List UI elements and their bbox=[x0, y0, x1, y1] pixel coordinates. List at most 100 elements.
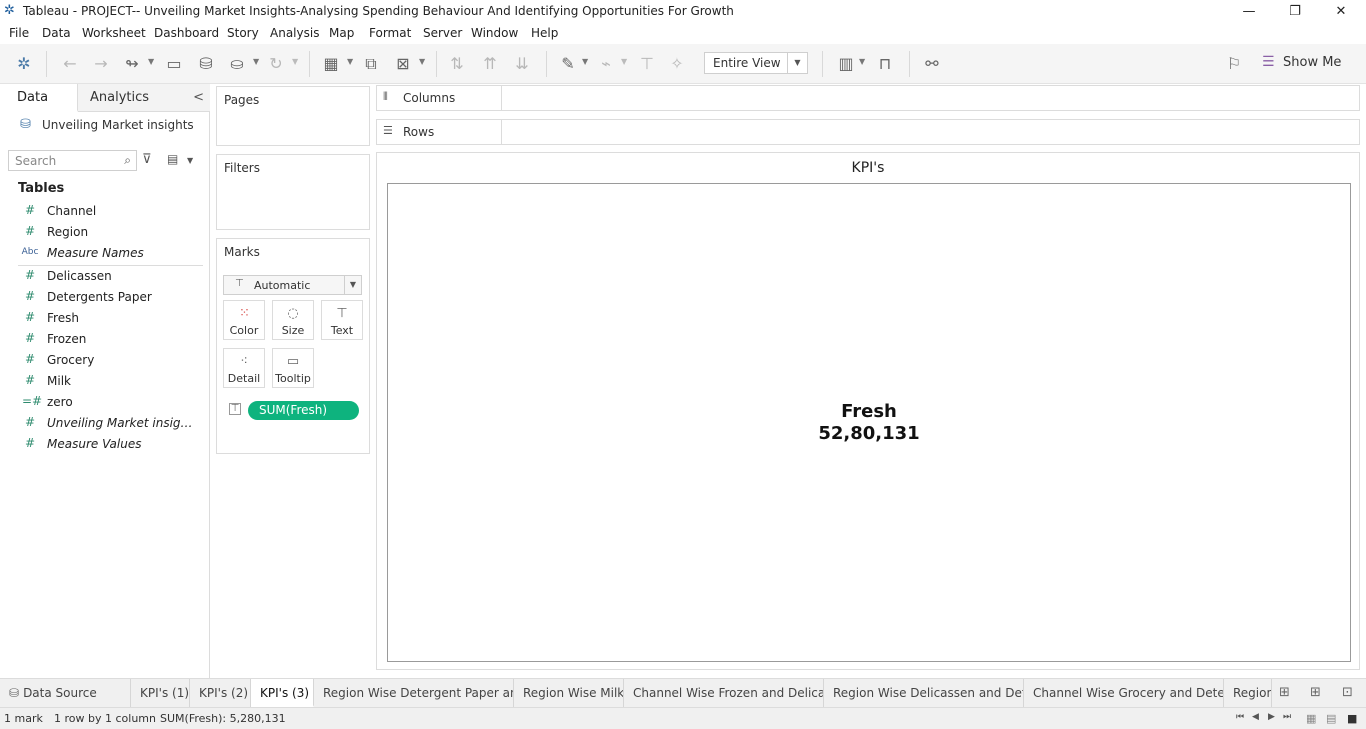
clear-caret-icon[interactable]: ▼ bbox=[419, 57, 425, 66]
columns-shelf[interactable]: ⦀ Columns bbox=[376, 85, 1360, 111]
new-story-tab-icon[interactable]: ⊡ bbox=[1342, 685, 1353, 700]
show-me-button[interactable]: ☰ Show Me bbox=[1262, 53, 1362, 75]
menu-data[interactable]: Data bbox=[42, 26, 71, 40]
filters-card[interactable]: Filters bbox=[216, 154, 370, 230]
close-icon[interactable]: ✕ bbox=[1318, 0, 1364, 23]
text-button[interactable]: ⊤ Text bbox=[321, 300, 363, 340]
previous-sheet-icon[interactable]: ◀ bbox=[1252, 712, 1259, 722]
highlight-icon[interactable]: ✎ bbox=[558, 54, 578, 74]
clear-sheet-icon[interactable]: ⊠ bbox=[392, 54, 414, 74]
show-sheet-sorter-icon[interactable]: ▦ bbox=[1306, 712, 1316, 725]
field-measure-names[interactable]: Abc Measure Names bbox=[0, 243, 204, 264]
field-zero[interactable]: =# zero bbox=[0, 392, 204, 413]
refresh-icon[interactable]: ↻ bbox=[266, 54, 286, 74]
show-filmstrip-icon[interactable]: ▤ bbox=[1326, 712, 1336, 725]
detail-button[interactable]: ⁖ Detail bbox=[223, 348, 265, 388]
new-worksheet-tab-icon[interactable]: ⊞ bbox=[1279, 685, 1290, 700]
new-worksheet-icon[interactable]: ▦ bbox=[320, 54, 342, 74]
menu-window[interactable]: Window bbox=[471, 26, 518, 40]
field-milk[interactable]: # Milk bbox=[0, 371, 204, 392]
presentation-mode-icon[interactable]: ⊓ bbox=[875, 54, 895, 74]
field-channel[interactable]: # Channel bbox=[0, 201, 204, 222]
view-options-caret-icon[interactable]: ▼ bbox=[187, 156, 193, 165]
tab-kpis-3[interactable]: KPI's (3) bbox=[251, 679, 314, 707]
collapse-pane-icon[interactable]: < bbox=[193, 84, 204, 112]
view-options-icon[interactable]: ▤ bbox=[167, 152, 178, 166]
tab-data-source[interactable]: ⛁ Data Source bbox=[0, 679, 131, 707]
tab-kpis-2[interactable]: KPI's (2) bbox=[190, 679, 251, 707]
sort-descending-icon[interactable]: ⇊ bbox=[512, 54, 532, 74]
group-caret-icon[interactable]: ▼ bbox=[621, 57, 627, 66]
menu-file[interactable]: File bbox=[9, 26, 29, 40]
share-icon[interactable]: ⚯ bbox=[922, 54, 942, 74]
tab-analytics[interactable]: Analytics < bbox=[78, 84, 210, 112]
show-cards-caret-icon[interactable]: ▼ bbox=[859, 57, 865, 66]
chevron-down-icon[interactable]: ▼ bbox=[787, 53, 807, 73]
tab-channel-wise-frozen[interactable]: Channel Wise Frozen and Delica... bbox=[624, 679, 824, 707]
save-icon[interactable]: ▭ bbox=[164, 54, 184, 74]
tab-region-wise-delicassen[interactable]: Region Wise Delicassen and Det... bbox=[824, 679, 1024, 707]
datasource-item[interactable]: ⛁ Unveiling Market insights bbox=[0, 113, 209, 137]
menu-help[interactable]: Help bbox=[531, 26, 558, 40]
size-button[interactable]: ◌ Size bbox=[272, 300, 314, 340]
group-members-icon[interactable]: ⌁ bbox=[596, 54, 616, 74]
restore-icon[interactable]: ❐ bbox=[1272, 0, 1318, 23]
sum-fresh-pill[interactable]: SUM(Fresh) bbox=[248, 401, 359, 420]
new-worksheet-caret-icon[interactable]: ▼ bbox=[347, 57, 353, 66]
tab-channel-wise-grocery[interactable]: Channel Wise Grocery and Deter... bbox=[1024, 679, 1224, 707]
field-fresh[interactable]: # Fresh bbox=[0, 308, 204, 329]
duplicate-sheet-icon[interactable]: ⧉ bbox=[361, 54, 381, 74]
first-sheet-icon[interactable]: ⏮ bbox=[1236, 712, 1244, 722]
tab-kpis-1[interactable]: KPI's (1) bbox=[131, 679, 190, 707]
tableau-home-icon[interactable]: ✲ bbox=[14, 54, 34, 74]
menu-server[interactable]: Server bbox=[423, 26, 462, 40]
menu-format[interactable]: Format bbox=[369, 26, 411, 40]
menu-map[interactable]: Map bbox=[329, 26, 354, 40]
show-tabs-icon[interactable]: ■ bbox=[1347, 712, 1357, 725]
search-input[interactable]: Search ⌕ bbox=[8, 150, 137, 171]
sort-ascending-icon[interactable]: ⇈ bbox=[480, 54, 500, 74]
tab-region[interactable]: Region bbox=[1224, 679, 1272, 707]
field-delicassen[interactable]: # Delicassen bbox=[0, 266, 204, 287]
new-dashboard-tab-icon[interactable]: ⊞ bbox=[1310, 685, 1321, 700]
tab-region-wise-milk[interactable]: Region Wise Milk bbox=[514, 679, 624, 707]
field-region[interactable]: # Region bbox=[0, 222, 204, 243]
field-measure-values[interactable]: # Measure Values bbox=[0, 434, 204, 455]
filter-icon[interactable]: ⊽ bbox=[142, 152, 152, 167]
field-record-count[interactable]: # Unveiling Market insights.... bbox=[0, 413, 204, 434]
pause-caret-icon[interactable]: ▼ bbox=[253, 57, 259, 66]
tab-data[interactable]: Data bbox=[0, 84, 78, 112]
next-sheet-icon[interactable]: ▶ bbox=[1268, 712, 1275, 722]
menu-dashboard[interactable]: Dashboard bbox=[154, 26, 219, 40]
highlight-caret-icon[interactable]: ▼ bbox=[582, 57, 588, 66]
minimize-icon[interactable]: — bbox=[1226, 0, 1272, 23]
show-cards-icon[interactable]: ▥ bbox=[835, 54, 857, 74]
pause-updates-icon[interactable]: ⛀ bbox=[227, 54, 247, 74]
menu-worksheet[interactable]: Worksheet bbox=[82, 26, 146, 40]
refresh-caret-icon[interactable]: ▼ bbox=[292, 57, 298, 66]
rows-shelf[interactable]: ☰ Rows bbox=[376, 119, 1360, 145]
menu-story[interactable]: Story bbox=[227, 26, 259, 40]
redo-icon[interactable]: → bbox=[91, 54, 111, 74]
field-detergents-paper[interactable]: # Detergents Paper bbox=[0, 287, 204, 308]
tooltip-button[interactable]: ▭ Tooltip bbox=[272, 348, 314, 388]
new-datasource-icon[interactable]: ⛁ bbox=[196, 54, 216, 74]
view-canvas[interactable]: Fresh 52,80,131 bbox=[387, 183, 1351, 662]
replay-icon[interactable]: ↬ bbox=[121, 54, 143, 74]
format-painter-icon[interactable]: ⚐ bbox=[1224, 54, 1244, 74]
replay-caret-icon[interactable]: ▼ bbox=[148, 57, 154, 66]
field-frozen[interactable]: # Frozen bbox=[0, 329, 204, 350]
chevron-down-icon[interactable]: ▼ bbox=[344, 276, 361, 294]
tab-region-wise-detergent-paper[interactable]: Region Wise Detergent Paper an... bbox=[314, 679, 514, 707]
pages-card[interactable]: Pages bbox=[216, 86, 370, 146]
menu-analysis[interactable]: Analysis bbox=[270, 26, 319, 40]
last-sheet-icon[interactable]: ⏭ bbox=[1283, 712, 1291, 722]
marks-type-select[interactable]: ⊤ Automatic ▼ bbox=[223, 275, 362, 295]
undo-icon[interactable]: ← bbox=[60, 54, 80, 74]
fit-select[interactable]: Entire View ▼ bbox=[704, 52, 808, 74]
fix-axes-icon[interactable]: ✧ bbox=[667, 54, 687, 74]
show-mark-labels-icon[interactable]: ⊤ bbox=[637, 54, 657, 74]
swap-rows-columns-icon[interactable]: ⇅ bbox=[447, 54, 467, 74]
color-button[interactable]: ⁙ Color bbox=[223, 300, 265, 340]
field-grocery[interactable]: # Grocery bbox=[0, 350, 204, 371]
